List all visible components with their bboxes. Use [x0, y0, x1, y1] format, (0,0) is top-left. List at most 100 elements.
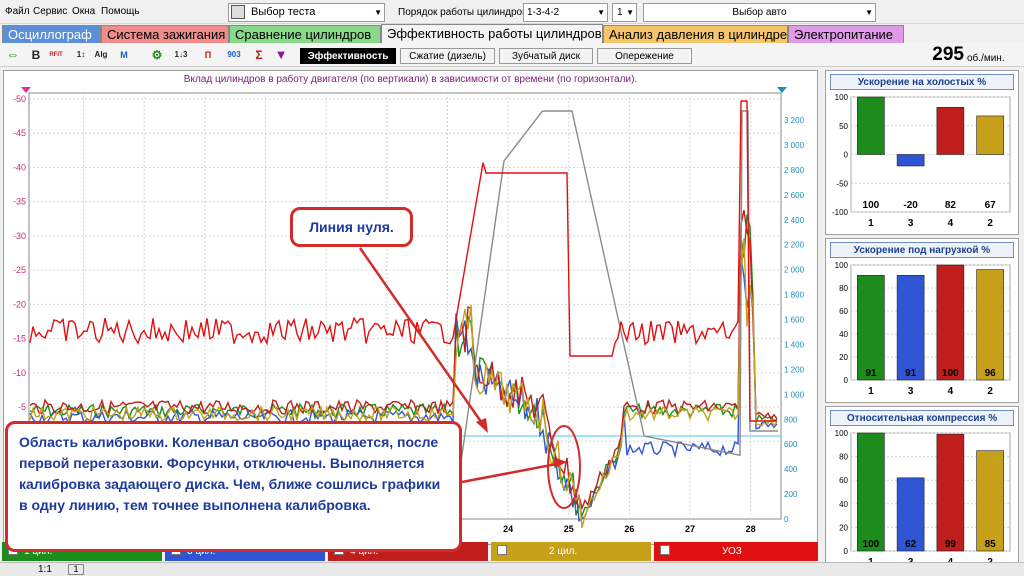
- bar-y-tick: 0: [844, 376, 849, 385]
- filter-icon[interactable]: ▼: [272, 46, 290, 64]
- zoom-tool-icon[interactable]: ⇔: [4, 46, 22, 64]
- bar-value-label: 100: [863, 539, 880, 550]
- bar-2: [976, 450, 1004, 552]
- tab-ignition[interactable]: Система зажигания: [101, 25, 229, 43]
- cylinder-number-select[interactable]: 1 ▼: [612, 3, 637, 22]
- y-tick-left: -50: [13, 94, 26, 104]
- bar-y-tick: 50: [839, 122, 848, 131]
- subtab-diesel-compression[interactable]: Сжатие (дизель): [400, 48, 495, 64]
- test-select[interactable]: Выбор теста ▼: [228, 3, 385, 22]
- y-tick-right: 600: [784, 440, 798, 449]
- tab-power[interactable]: Электропитание: [788, 25, 904, 43]
- chevron-down-icon: ▼: [865, 8, 873, 17]
- relative-compression-chart: 1008060402001001623994852: [835, 429, 1011, 568]
- y-tick-left: -15: [13, 334, 26, 344]
- left-axis-marker-icon: [21, 87, 31, 93]
- bar-value-label: 96: [985, 368, 997, 379]
- y-tick-right: 3 200: [784, 116, 805, 125]
- legend-uoz[interactable]: УОЗ: [654, 542, 818, 561]
- sort-icon[interactable]: 1↕: [72, 46, 90, 64]
- bar-y-tick: 80: [839, 453, 848, 462]
- bold-icon[interactable]: B: [27, 46, 45, 64]
- checkbox-icon[interactable]: [660, 545, 670, 555]
- right-axis-marker-icon: [777, 87, 787, 93]
- y-tick-right: 0: [784, 515, 789, 524]
- menu-file[interactable]: Файл: [5, 6, 30, 17]
- load-acceleration-chart: 100 80 60 40 20 0 91 1 91 3 100 4 96 2: [835, 261, 1011, 397]
- y-tick-right: 1 000: [784, 390, 805, 399]
- bar-y-tick: 20: [839, 523, 848, 532]
- menu-bar: Файл Сервис Окна Помощь Выбор теста ▼ По…: [0, 0, 1024, 24]
- legend-cyl-2[interactable]: 2 цил.: [491, 542, 651, 561]
- subtab-gear-disk[interactable]: Зубчатый диск: [499, 48, 593, 64]
- bar-category-label: 3: [908, 386, 914, 397]
- bar-category-label: 4: [948, 218, 954, 229]
- y-tick-right: 1 200: [784, 365, 805, 374]
- y-tick-right: 2 800: [784, 166, 805, 175]
- y-tick-left: -45: [13, 128, 26, 138]
- tab-cylinder-compare[interactable]: Сравнение цилиндров: [229, 25, 381, 43]
- subtab-efficiency[interactable]: Эффективность: [300, 48, 396, 64]
- bar-y-tick: 100: [835, 429, 849, 438]
- bar-category-label: 4: [948, 386, 954, 397]
- checkbox-icon[interactable]: [497, 545, 507, 555]
- bar-value-label: 91: [865, 368, 877, 379]
- cylinder-select-icon[interactable]: П: [199, 46, 217, 64]
- y-tick-right: 1 400: [784, 340, 805, 349]
- menu-windows[interactable]: Окна: [72, 6, 95, 17]
- rpm-value: 295: [932, 44, 964, 65]
- chevron-down-icon: ▼: [374, 8, 382, 17]
- y-tick-left: -35: [13, 197, 26, 207]
- bar-y-tick: -100: [832, 208, 849, 217]
- y-tick-right: 400: [784, 465, 798, 474]
- y-tick-left: -25: [13, 265, 26, 275]
- x-tick: 28: [746, 524, 756, 534]
- bar-y-tick: 60: [839, 476, 848, 485]
- y-tick-right: 2 000: [784, 266, 805, 275]
- y-tick-right: 1 600: [784, 316, 805, 325]
- bar-4: [936, 107, 965, 155]
- chevron-down-icon: ▼: [626, 8, 634, 17]
- x-tick: 27: [685, 524, 695, 534]
- bar-category-label: 2: [987, 386, 993, 397]
- auto-select[interactable]: Выбор авто ▼: [643, 3, 876, 22]
- y-tick-right: 2 400: [784, 216, 805, 225]
- y-tick-left: -5: [18, 402, 26, 412]
- zoom-level: 1:1: [38, 564, 52, 575]
- bar-4: [936, 264, 965, 381]
- counter-icon[interactable]: 903: [225, 46, 243, 64]
- bar-value-label: -20: [903, 200, 918, 211]
- sort-numbers-icon[interactable]: 1↓3: [172, 46, 190, 64]
- bar-3: [896, 275, 925, 381]
- tab-pressure-analysis[interactable]: Анализ давления в цилиндре: [603, 25, 788, 43]
- menu-help[interactable]: Помощь: [101, 6, 140, 17]
- y-tick-left: -30: [13, 231, 26, 241]
- marker-icon[interactable]: M: [115, 46, 133, 64]
- cylinder-order-select[interactable]: 1-3-4-2 ▼: [523, 3, 608, 22]
- bar-value-label: 100: [863, 200, 880, 211]
- status-bar: 1:1 1: [0, 562, 1024, 576]
- y-tick-right: 1 800: [784, 291, 805, 300]
- sum-icon[interactable]: Σ: [250, 46, 268, 64]
- grid-icon[interactable]: ⚙: [148, 46, 166, 64]
- bar-1: [857, 275, 885, 381]
- bar-value-label: 91: [905, 368, 917, 379]
- bar-y-tick: 40: [839, 500, 848, 509]
- menu-service[interactable]: Сервис: [33, 6, 67, 17]
- page-number[interactable]: 1: [68, 564, 84, 575]
- rfit-icon[interactable]: RFIT: [47, 46, 65, 64]
- subtab-advance[interactable]: Опережение: [597, 48, 692, 64]
- bar-4: [936, 433, 965, 552]
- tab-cylinder-efficiency[interactable]: Эффективность работы цилиндров: [381, 24, 603, 43]
- chevron-down-icon: ▼: [597, 8, 605, 17]
- bar-value-label: 82: [945, 200, 957, 211]
- bar-category-label: 1: [868, 218, 874, 229]
- y-tick-right: 800: [784, 415, 798, 424]
- tab-oscilloscope[interactable]: Осциллограф: [2, 25, 101, 43]
- x-tick: 25: [564, 524, 574, 534]
- bar-2: [976, 269, 1004, 381]
- algorithm-icon[interactable]: Alg: [92, 46, 110, 64]
- callout-calibration: Область калибровки. Коленвал свободно вр…: [5, 421, 462, 552]
- y-tick-left: -40: [13, 162, 26, 172]
- bar-y-tick: 60: [839, 307, 848, 316]
